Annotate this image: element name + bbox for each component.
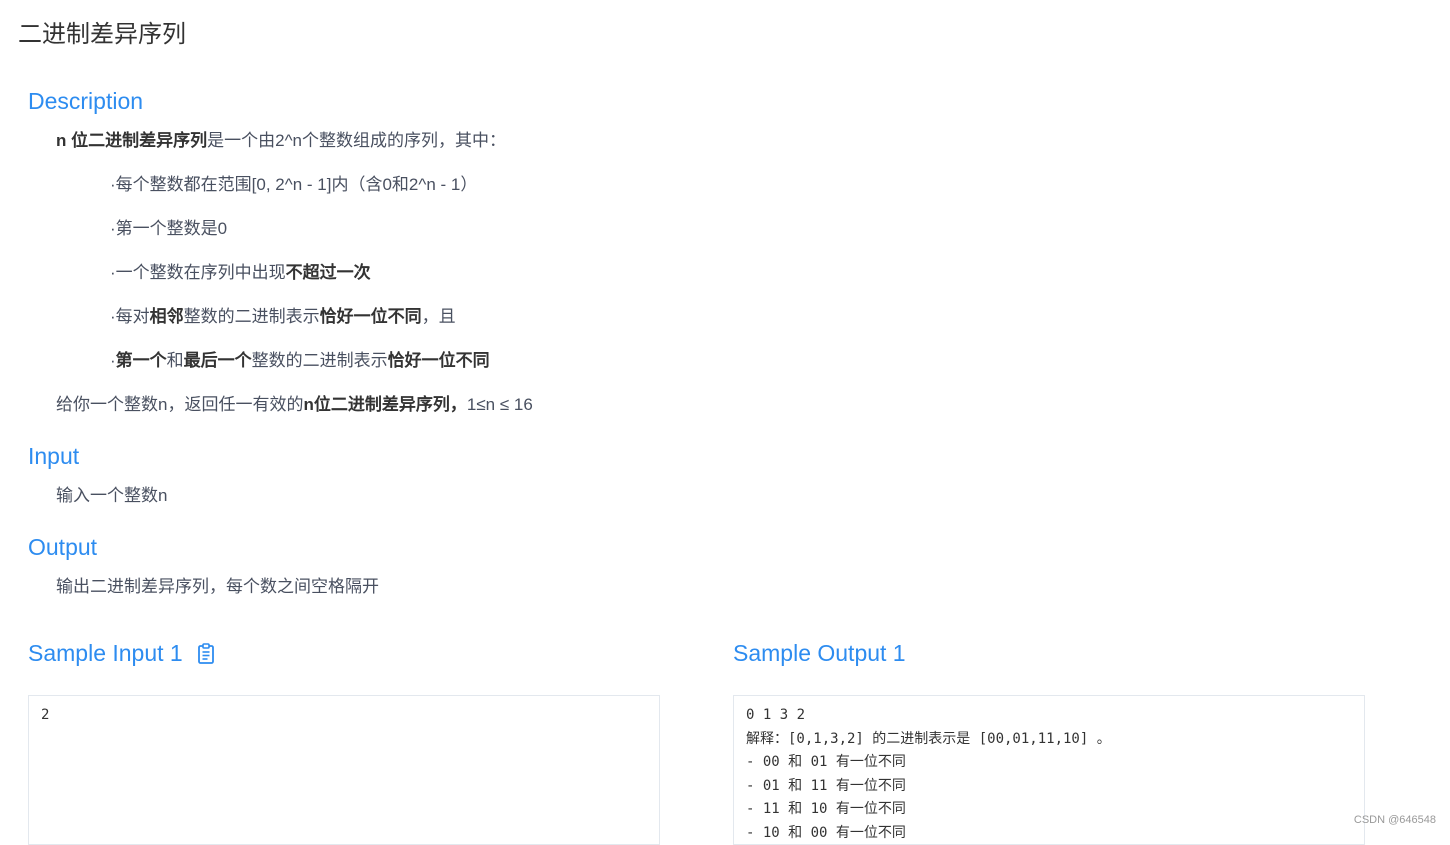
description-intro: n 位二进制差异序列是一个由2^n个整数组成的序列，其中： (56, 126, 506, 151)
closing-bold: n位二进制差异序列， (303, 395, 467, 414)
description-heading: Description (28, 88, 144, 114)
output-text: 输出二进制差异序列，每个数之间空格隔开 (56, 577, 379, 596)
bullet-text: ·每对 (110, 307, 150, 326)
closing-post: 1≤n ≤ 16 (466, 395, 533, 414)
sample-input-label: Sample Input 1 (28, 640, 183, 666)
page-title: 二进制差异序列 (18, 21, 186, 48)
watermark: CSDN @646548 (1353, 814, 1436, 826)
bullet-bold-text: 恰好一位不同 (387, 351, 490, 370)
sample-output-label: Sample Output 1 (733, 640, 906, 666)
bullet-text: ·每个整数都在范围[0, 2^n - 1]内（含0和2^n - 1） (110, 175, 478, 194)
description-bullet: ·每个整数都在范围[0, 2^n - 1]内（含0和2^n - 1） (110, 170, 477, 195)
bullet-text: 整数的二进制表示 (251, 351, 388, 370)
description-bullet: ·一个整数在序列中出现不超过一次 (110, 258, 371, 283)
bullet-text: 整数的二进制表示 (183, 307, 320, 326)
sample-output-box[interactable]: 0 1 3 2 解释：[0,1,3,2] 的二进制表示是 [00,01,11,1… (733, 695, 1365, 845)
description-bullet: ·每对相邻整数的二进制表示恰好一位不同，且 (110, 302, 456, 327)
input-heading: Input (28, 443, 80, 469)
closing-pre: 给你一个整数n，返回任一有效的 (56, 395, 304, 414)
clipboard-icon[interactable] (197, 642, 215, 665)
intro-bold: n 位二进制差异序列 (56, 131, 208, 150)
intro-rest: 是一个由2^n个整数组成的序列，其中： (207, 131, 506, 150)
description-closing: 给你一个整数n，返回任一有效的n位二进制差异序列，1≤n ≤ 16 (56, 390, 533, 415)
bullet-bold-text: 不超过一次 (285, 263, 371, 282)
bullet-text: ，且 (421, 307, 456, 326)
bullet-bold-text: 最后一个 (183, 351, 252, 370)
input-text: 输入一个整数n (56, 486, 168, 505)
bullet-bold-text: 相邻 (149, 307, 184, 326)
sample-output-heading: Sample Output 1 (733, 640, 906, 667)
sample-input-heading: Sample Input 1 (28, 640, 215, 667)
bullet-text: 和 (166, 351, 184, 370)
bullet-bold-text: 第一个 (115, 351, 167, 370)
bullet-text: ·一个整数在序列中出现 (110, 263, 286, 282)
bullet-text: ·第一个整数是0 (110, 219, 228, 238)
description-bullet: ·第一个和最后一个整数的二进制表示恰好一位不同 (110, 346, 490, 371)
sample-input-box[interactable]: 2 (28, 695, 660, 845)
output-heading: Output (28, 534, 98, 560)
bullet-bold-text: 恰好一位不同 (319, 307, 422, 326)
description-bullet: ·第一个整数是0 (110, 214, 227, 239)
